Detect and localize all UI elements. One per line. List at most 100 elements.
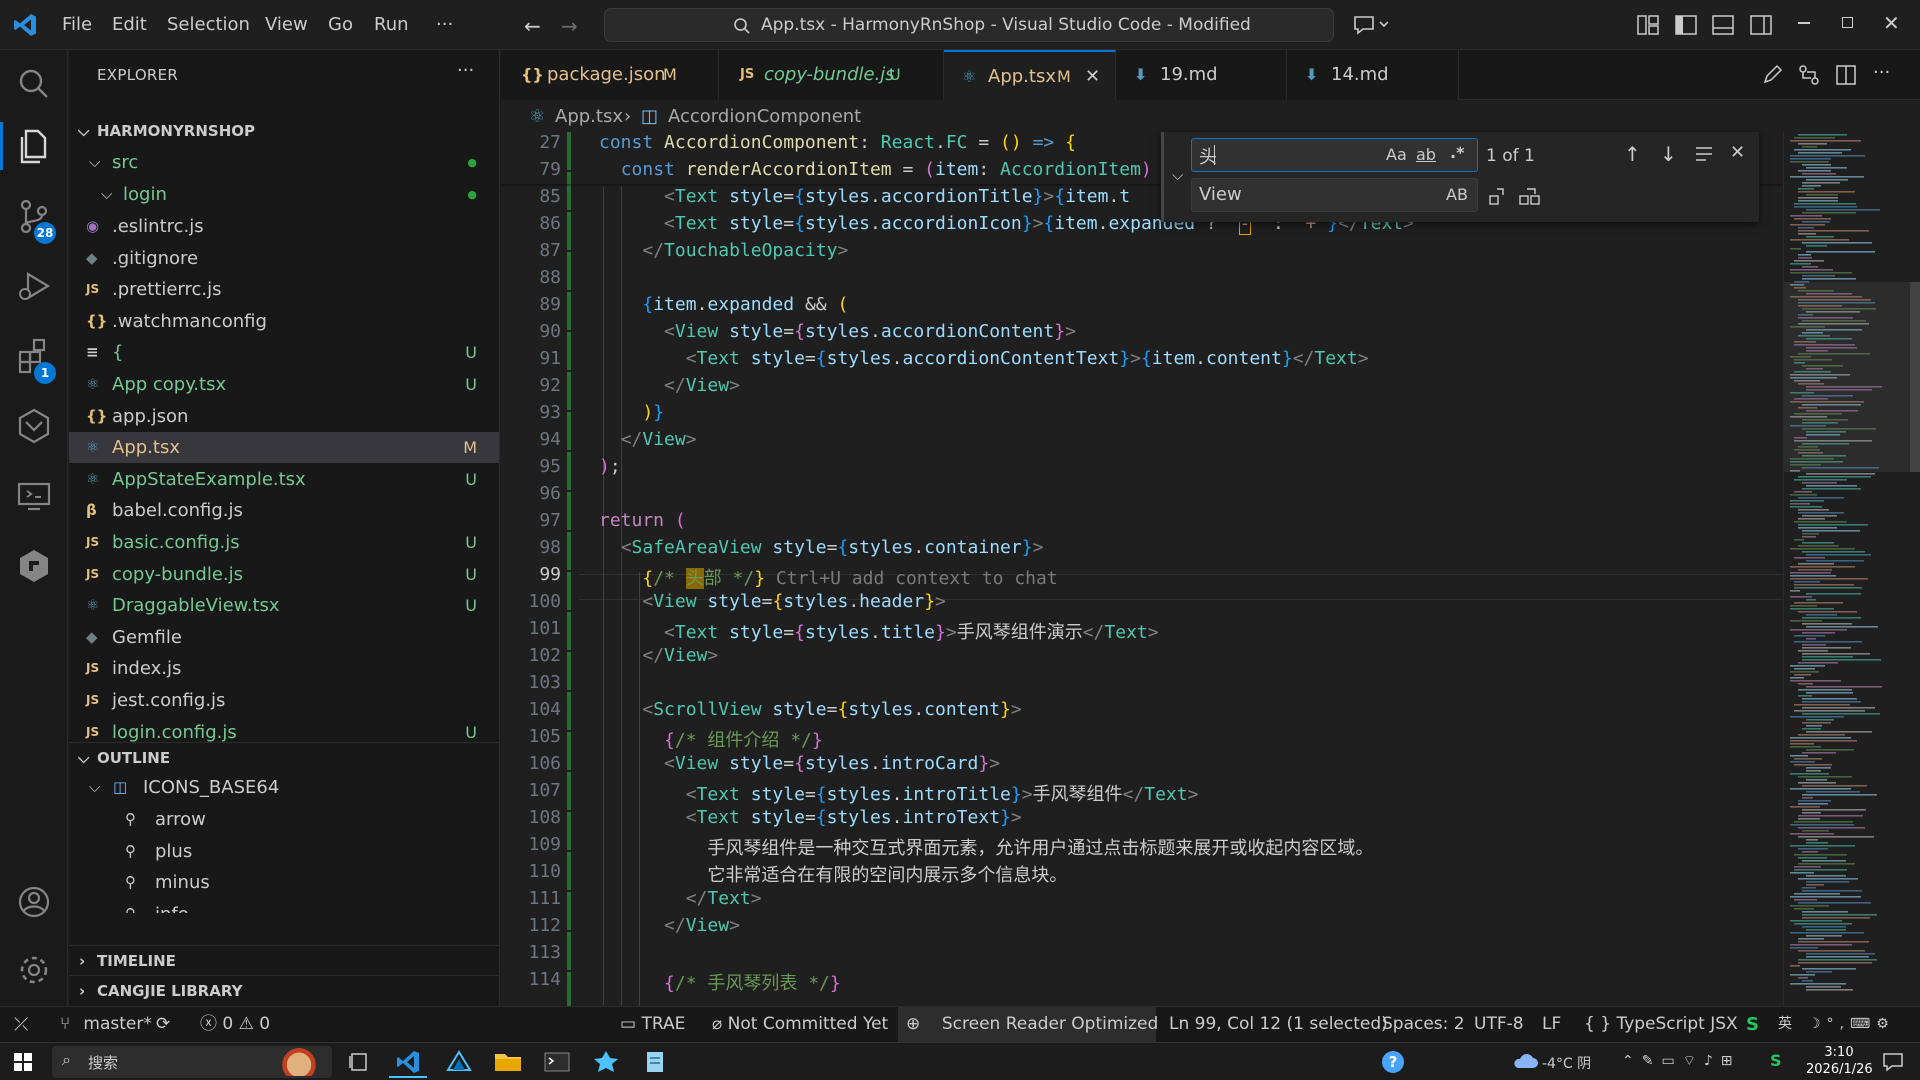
code-line[interactable]: {/* 组件介绍 */} (599, 726, 823, 752)
outline-item[interactable]: ⚲ minus (69, 867, 499, 898)
code-line[interactable]: </View> (599, 645, 718, 666)
back-arrow-icon[interactable]: ← (524, 14, 541, 38)
outline-root[interactable]: ⌵ ◫ ICONS_BASE64 (69, 772, 499, 803)
task-view-icon[interactable] (340, 1046, 378, 1078)
source-control-icon[interactable]: 28 (14, 196, 56, 244)
search-icon[interactable] (14, 64, 54, 104)
ime-toolbar-icons[interactable]: ☽°,⌨⚙ (1808, 1007, 1895, 1042)
breadcrumb-file[interactable]: App.tsx (555, 102, 623, 132)
code-line[interactable]: </Text> (599, 888, 762, 909)
file-item[interactable]: ◆ Gemfile (69, 622, 499, 653)
use-regex-button[interactable]: .* (1450, 143, 1464, 162)
code-line[interactable]: <Text style={styles.title}>手风琴组件演示</Text… (599, 618, 1159, 644)
menu-more[interactable]: ··· (436, 0, 453, 50)
code-line[interactable]: <Text style={styles.accordionContentText… (599, 348, 1369, 369)
cursor-position[interactable]: Ln 99, Col 12 (1 selected) (1169, 1007, 1388, 1042)
trae-status[interactable]: ▭ TRAE (620, 1007, 685, 1042)
find-input[interactable]: 头 Aa ab .* (1191, 138, 1478, 172)
file-item[interactable]: {} .watchmanconfig (69, 306, 499, 337)
minimap-slider[interactable] (1784, 282, 1920, 472)
code-line[interactable]: {/* 头部 */} Ctrl+U add context to chat (599, 564, 1058, 590)
run-debug-icon[interactable] (14, 266, 54, 306)
taskbar-devtools-icon[interactable] (440, 1046, 478, 1078)
menu-run[interactable]: Run (374, 0, 409, 50)
taskbar-notepad-icon[interactable] (636, 1046, 674, 1078)
code-line[interactable]: </TouchableOpacity> (599, 240, 848, 261)
folder-src[interactable]: ⌵ src ● (69, 147, 499, 178)
toggle-replace-chevron-icon[interactable]: ⌵ (1172, 166, 1183, 184)
split-editor-icon[interactable] (1835, 64, 1857, 86)
open-changes-icon[interactable] (1798, 64, 1820, 86)
replace-all-icon[interactable] (1518, 186, 1542, 206)
explorer-more-button[interactable]: ··· (457, 60, 474, 81)
taskbar-vscode-icon[interactable] (389, 1046, 427, 1078)
remote-indicator-icon[interactable]: ⤫ (14, 1007, 28, 1042)
file-item[interactable]: ◉ .eslintrc.js (69, 211, 499, 242)
file-item[interactable]: ≡ {U (69, 337, 499, 368)
cangjie-library-section-header[interactable]: › CANGJIE LIBRARY (69, 975, 499, 1005)
code-line[interactable]: 手风琴组件是一种交互式界面元素，允许用户通过点击标题来展开或收起内容区域。 (599, 834, 1373, 860)
file-item[interactable]: JS .prettierrc.js (69, 274, 499, 305)
code-line[interactable]: <Text style={styles.accordionTitle}>{ite… (599, 186, 1130, 207)
restore-window-button[interactable] (1842, 17, 1853, 28)
file-item[interactable]: ⚛ AppStateExample.tsx U (69, 464, 499, 495)
taskbar-terminal-icon[interactable] (538, 1046, 576, 1078)
editor-more-actions[interactable]: ··· (1873, 62, 1890, 83)
cangjie-icon[interactable] (14, 406, 54, 446)
outline-item[interactable]: ⚲ arrow (69, 804, 499, 835)
screen-reader-status[interactable]: ⊕ Screen Reader Optimized (898, 1007, 1158, 1042)
code-line[interactable]: <Text style={styles.introTitle}>手风琴组件</T… (599, 780, 1199, 806)
code-line[interactable]: {item.expanded && ( (599, 294, 848, 315)
accounts-icon[interactable] (14, 882, 54, 922)
toggle-primary-sidebar-icon[interactable] (1675, 15, 1697, 35)
workspace-root[interactable]: ⌵ HARMONYRNSHOP (69, 116, 499, 146)
code-line[interactable]: </View> (599, 429, 697, 450)
file-item[interactable]: {} app.json (69, 401, 499, 432)
tab-package-json[interactable]: {} package.json M (501, 50, 719, 100)
menu-selection[interactable]: Selection (167, 0, 250, 50)
code-line[interactable]: <SafeAreaView style={styles.container}> (599, 537, 1044, 558)
forward-arrow-icon[interactable]: → (561, 14, 578, 38)
code-line[interactable]: <View style={styles.header}> (599, 591, 946, 612)
tab-14-md[interactable]: ⬇ 14.md (1287, 50, 1459, 100)
file-item[interactable]: JS index.js (69, 653, 499, 684)
command-center[interactable]: App.tsx - HarmonyRnShop - Visual Studio … (604, 8, 1334, 42)
code-line[interactable]: ); (599, 456, 621, 477)
menu-file[interactable]: File (62, 0, 92, 50)
close-find-icon[interactable]: ✕ (1730, 142, 1745, 163)
code-line[interactable]: )} (599, 402, 664, 423)
branch-indicator[interactable]: ⑂ master* (60, 1007, 152, 1042)
outline-item[interactable]: ⚲ info (69, 899, 499, 913)
trae-plugin-icon[interactable] (14, 546, 54, 586)
tab-app-tsx[interactable]: ⚛ App.tsx M ✕ (944, 50, 1116, 100)
sync-icon[interactable]: ⟳ (156, 1007, 170, 1042)
code-line[interactable]: {/* 手风琴列表 */} (599, 969, 841, 995)
taskbar-file-explorer-icon[interactable] (489, 1046, 527, 1078)
problems-indicator[interactable]: ⓧ 0 ⚠ 0 (200, 1007, 270, 1042)
file-item[interactable]: ⚛ App copy.tsx U (69, 369, 499, 400)
replace-one-icon[interactable] (1488, 186, 1508, 206)
match-whole-word-button[interactable]: ab (1416, 145, 1436, 164)
end-of-line[interactable]: LF (1542, 1007, 1561, 1042)
edit-pencil-icon[interactable] (1761, 64, 1783, 86)
code-line[interactable]: return ( (599, 510, 686, 531)
timeline-section-header[interactable]: › TIMELINE (69, 945, 499, 975)
clock[interactable]: 3:10 2026/1/26 (1806, 1044, 1873, 1078)
find-in-selection-icon[interactable] (1695, 146, 1713, 162)
copilot-chat-icon[interactable] (1352, 13, 1388, 37)
outline-section-header[interactable]: ⌵ OUTLINE (69, 742, 499, 772)
folder-login[interactable]: ⌵ login ● (69, 179, 499, 210)
menu-edit[interactable]: Edit (112, 0, 147, 50)
editor-scrollbar-thumb[interactable] (1910, 282, 1920, 472)
file-item[interactable]: ⚛ DraggableView.tsx U (69, 590, 499, 621)
minimap[interactable] (1783, 132, 1920, 1006)
minimize-window-button[interactable] (1798, 22, 1810, 24)
code-line[interactable]: <View style={styles.accordionContent}> (599, 321, 1076, 342)
code-line[interactable]: const AccordionComponent: React.FC = () … (599, 132, 1076, 153)
sogou-ime-icon[interactable]: S (1746, 1007, 1776, 1042)
system-tray-icons[interactable]: ⌃✎▭⌔♪⊞ (1622, 1052, 1741, 1070)
settings-gear-icon[interactable] (14, 950, 54, 990)
menu-go[interactable]: Go (328, 0, 353, 50)
file-item[interactable]: JS jest.config.js (69, 685, 499, 716)
file-item[interactable]: ◆ .gitignore (69, 243, 499, 274)
